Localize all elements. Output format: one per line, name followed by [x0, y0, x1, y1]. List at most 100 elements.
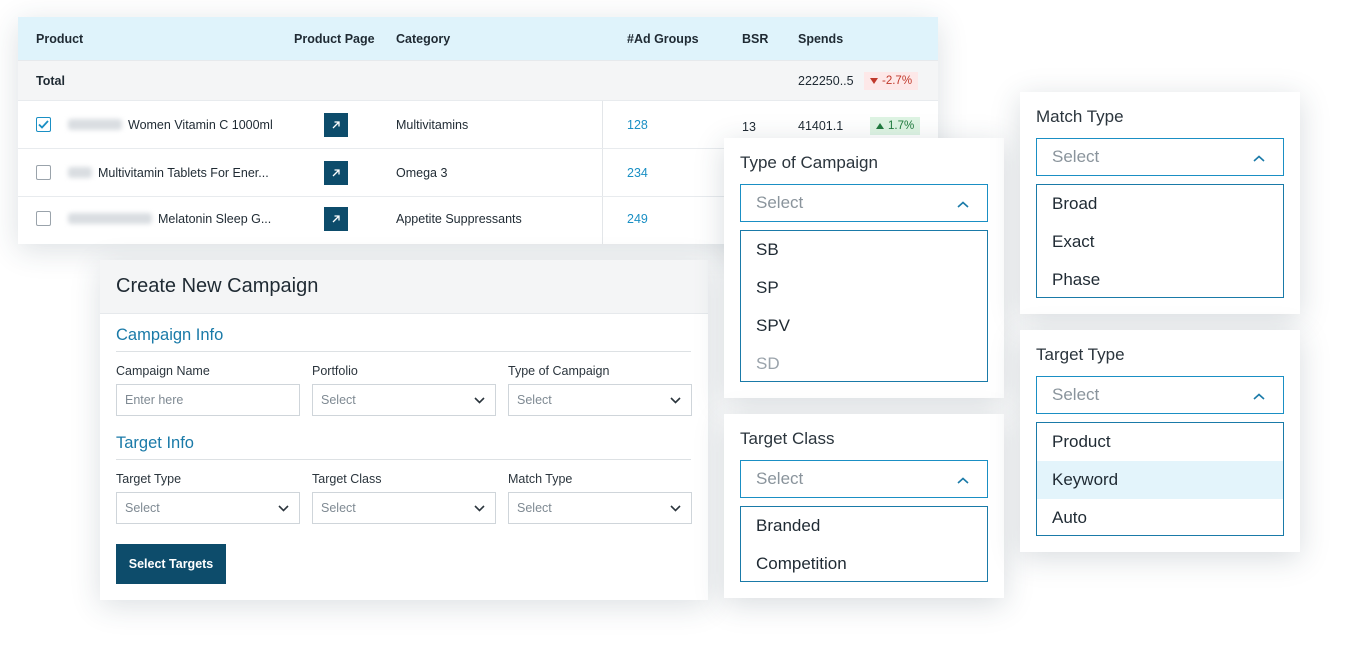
target-type-label: Target Type — [116, 472, 182, 486]
arrow-up-icon — [876, 120, 884, 132]
select-targets-button[interactable]: Select Targets — [116, 544, 226, 584]
dropdown-options: SB SP SPV SD — [740, 230, 988, 382]
dropdown-title: Target Type — [1036, 345, 1125, 364]
match-type-dropdown-select[interactable]: Select — [1036, 138, 1284, 176]
external-link-icon[interactable] — [324, 160, 348, 185]
chevron-down-icon — [278, 501, 289, 515]
option-sb[interactable]: SB — [741, 231, 987, 269]
chevron-up-icon — [957, 193, 969, 213]
chevron-down-icon — [670, 393, 681, 407]
header-category[interactable]: Category — [396, 17, 450, 60]
target-class-label: Target Class — [312, 472, 382, 486]
option-product[interactable]: Product — [1037, 423, 1283, 461]
create-campaign-panel: Create New Campaign Campaign Info Campai… — [100, 260, 708, 600]
option-exact[interactable]: Exact — [1037, 223, 1283, 261]
table-header: Product Product Page Category #Ad Groups… — [18, 17, 938, 60]
section-target-info: Target Info — [116, 434, 194, 452]
chevron-up-icon — [1253, 385, 1265, 405]
target-class-dropdown: Target Class Select Branded Competition — [724, 414, 1004, 598]
blurred-brand — [68, 167, 92, 178]
ad-groups-link[interactable]: 249 — [627, 197, 648, 240]
header-spends[interactable]: Spends — [798, 17, 843, 60]
target-type-select-value: Select — [125, 501, 160, 515]
row-checkbox[interactable] — [36, 165, 51, 180]
product-category: Appetite Suppressants — [396, 211, 522, 226]
portfolio-label: Portfolio — [312, 364, 358, 378]
header-product-page[interactable]: Product Page — [294, 17, 375, 60]
campaign-name-placeholder: Enter here — [125, 393, 184, 407]
portfolio-select-value: Select — [321, 393, 356, 407]
option-phase[interactable]: Phase — [1037, 261, 1283, 297]
option-sd[interactable]: SD — [741, 345, 987, 381]
blurred-brand — [68, 119, 122, 130]
row-checkbox[interactable] — [36, 117, 51, 132]
product-name: Multivitamin Tablets For Ener... — [98, 165, 269, 180]
portfolio-select[interactable]: Select — [312, 384, 496, 416]
dropdown-options: Branded Competition — [740, 506, 988, 582]
type-of-campaign-dropdown-select[interactable]: Select — [740, 184, 988, 222]
option-auto[interactable]: Auto — [1037, 499, 1283, 535]
header-ad-groups[interactable]: #Ad Groups — [627, 17, 699, 60]
panel-title: Create New Campaign — [100, 260, 708, 314]
match-type-select-value: Select — [517, 501, 552, 515]
total-change-value: -2.7% — [882, 74, 913, 87]
product-category: Multivitamins — [396, 117, 469, 132]
external-link-icon[interactable] — [324, 206, 348, 231]
chevron-down-icon — [670, 501, 681, 515]
option-broad[interactable]: Broad — [1037, 185, 1283, 223]
row-checkbox[interactable] — [36, 211, 51, 226]
product-name: Women Vitamin C 1000ml — [128, 117, 273, 132]
change-badge: 1.7% — [870, 116, 921, 135]
chevron-up-icon — [957, 469, 969, 489]
target-type-dropdown: Target Type Select Product Keyword Auto — [1020, 330, 1300, 552]
target-class-select-value: Select — [321, 501, 356, 515]
total-spends: 222250..5 — [798, 73, 854, 88]
change-value: 1.7% — [888, 119, 915, 132]
campaign-name-label: Campaign Name — [116, 364, 210, 378]
target-class-select[interactable]: Select — [312, 492, 496, 524]
external-link-icon[interactable] — [324, 112, 348, 137]
dropdown-value: Select — [756, 193, 804, 212]
total-label: Total — [36, 73, 65, 88]
arrow-down-icon — [870, 75, 878, 87]
ad-groups-link[interactable]: 234 — [627, 149, 648, 196]
type-of-campaign-select[interactable]: Select — [508, 384, 692, 416]
target-type-select[interactable]: Select — [116, 492, 300, 524]
section-divider — [116, 351, 691, 352]
total-row: Total 222250..5 -2.7% — [18, 60, 938, 100]
section-divider — [116, 459, 691, 460]
dropdown-options: Product Keyword Auto — [1036, 422, 1284, 536]
type-of-campaign-select-value: Select — [517, 393, 552, 407]
header-product[interactable]: Product — [36, 17, 83, 60]
match-type-dropdown: Match Type Select Broad Exact Phase — [1020, 92, 1300, 314]
option-branded[interactable]: Branded — [741, 507, 987, 545]
match-type-select[interactable]: Select — [508, 492, 692, 524]
type-of-campaign-dropdown: Type of Campaign Select SB SP SPV SD — [724, 138, 1004, 398]
campaign-name-input[interactable]: Enter here — [116, 384, 300, 416]
type-of-campaign-label: Type of Campaign — [508, 364, 610, 378]
option-keyword[interactable]: Keyword — [1037, 461, 1283, 499]
dropdown-value: Select — [1052, 147, 1100, 166]
ad-groups-link[interactable]: 128 — [627, 101, 648, 148]
option-spv[interactable]: SPV — [741, 307, 987, 345]
section-campaign-info: Campaign Info — [116, 326, 224, 344]
dropdown-value: Select — [756, 469, 804, 488]
option-competition[interactable]: Competition — [741, 545, 987, 581]
total-change-badge: -2.7% — [864, 71, 919, 90]
dropdown-title: Match Type — [1036, 107, 1124, 126]
header-bsr[interactable]: BSR — [742, 17, 768, 60]
product-name: Melatonin Sleep G... — [158, 211, 272, 226]
chevron-down-icon — [474, 501, 485, 515]
dropdown-value: Select — [1052, 385, 1100, 404]
option-sp[interactable]: SP — [741, 269, 987, 307]
dropdown-options: Broad Exact Phase — [1036, 184, 1284, 298]
chevron-down-icon — [474, 393, 485, 407]
dropdown-title: Type of Campaign — [740, 153, 878, 172]
target-type-dropdown-select[interactable]: Select — [1036, 376, 1284, 414]
chevron-up-icon — [1253, 147, 1265, 167]
blurred-brand — [68, 213, 152, 224]
match-type-label: Match Type — [508, 472, 573, 486]
dropdown-title: Target Class — [740, 429, 835, 448]
product-category: Omega 3 — [396, 165, 448, 180]
target-class-dropdown-select[interactable]: Select — [740, 460, 988, 498]
